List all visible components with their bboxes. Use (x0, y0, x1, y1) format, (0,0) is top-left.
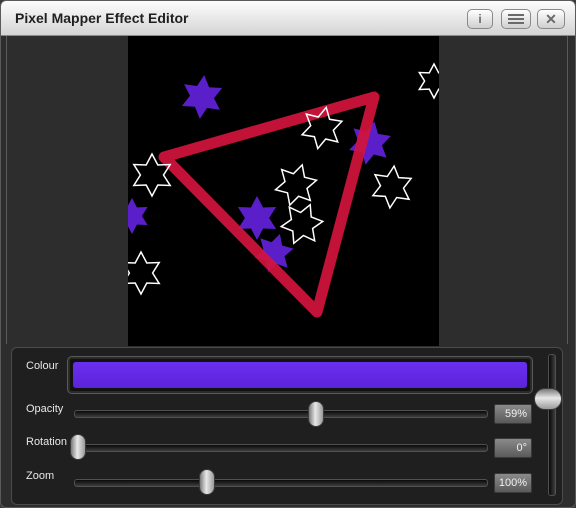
outline-star-icon (128, 250, 161, 296)
filled-star-icon (128, 198, 148, 234)
outline-star-icon (417, 62, 439, 100)
zoom-value[interactable]: 100% (494, 473, 532, 493)
filled-star-icon (181, 75, 223, 119)
panel-scrollbar-thumb[interactable] (534, 388, 562, 410)
outline-star-icon (273, 163, 319, 207)
colour-label: Colour (26, 360, 59, 372)
colour-picker[interactable] (67, 356, 533, 394)
title-bar: Pixel Mapper Effect Editor i ✕ (1, 1, 575, 36)
rotation-label: Rotation (26, 436, 67, 448)
triangle-shape (158, 91, 380, 318)
panel-scrollbar-track[interactable] (548, 354, 556, 496)
close-icon: ✕ (545, 10, 557, 27)
opacity-value[interactable]: 59% (494, 404, 532, 424)
opacity-label: Opacity (26, 403, 64, 415)
rotation-slider-thumb[interactable] (70, 434, 86, 460)
zoom-slider-thumb[interactable] (199, 469, 216, 495)
zoom-label: Zoom (26, 470, 55, 482)
hamburger-menu-icon (508, 14, 524, 24)
info-button[interactable]: i (467, 9, 493, 29)
opacity-slider-thumb[interactable] (308, 401, 325, 427)
rotation-slider-track[interactable] (74, 444, 488, 452)
close-button[interactable]: ✕ (537, 9, 565, 29)
left-divider (6, 36, 7, 344)
menu-button[interactable] (501, 9, 531, 29)
pixel-mapper-effect-editor-window: Pixel Mapper Effect Editor i ✕ Colour Op… (0, 0, 576, 508)
window-title: Pixel Mapper Effect Editor (15, 10, 189, 26)
effect-controls-panel: Colour Opacity 59% Rotation 0° Zoom 100% (11, 347, 563, 505)
effect-preview[interactable] (128, 36, 439, 346)
outline-star-icon (371, 164, 413, 210)
rotation-value[interactable]: 0° (494, 438, 532, 458)
right-divider (567, 36, 568, 344)
info-icon: i (478, 12, 482, 26)
opacity-slider-track[interactable] (74, 410, 488, 418)
colour-swatch (73, 362, 527, 388)
preview-canvas (128, 62, 439, 318)
outline-star-icon (279, 203, 325, 245)
zoom-slider-track[interactable] (74, 479, 488, 487)
editor-body: Colour Opacity 59% Rotation 0° Zoom 100% (1, 36, 575, 507)
